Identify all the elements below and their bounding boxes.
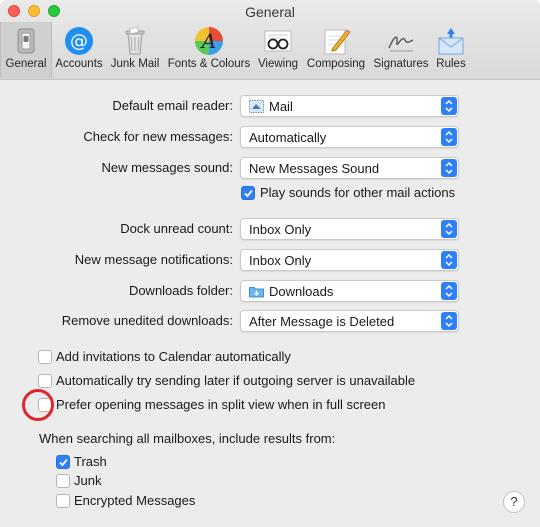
junk-label: Junk xyxy=(74,473,102,488)
glasses-icon xyxy=(264,30,292,52)
annotation-circle xyxy=(22,389,54,421)
tab-fonts-colours-label: Fonts & Colours xyxy=(167,58,251,70)
tab-composing[interactable]: Composing xyxy=(304,22,368,78)
help-button[interactable]: ? xyxy=(503,491,525,513)
window-title: General xyxy=(245,4,295,20)
notifications-popup[interactable]: Inbox Only xyxy=(240,249,459,271)
tab-general-label: General xyxy=(5,58,47,70)
add-invitations-label: Add invitations to Calendar automaticall… xyxy=(56,349,291,364)
checkmark-icon xyxy=(59,458,68,467)
dock-unread-popup[interactable]: Inbox Only xyxy=(240,218,459,240)
tab-accounts[interactable]: @ Accounts xyxy=(53,22,105,78)
send-later-checkbox[interactable] xyxy=(38,374,52,388)
dock-unread-label: Dock unread count: xyxy=(120,221,233,236)
new-messages-sound-value: New Messages Sound xyxy=(249,161,380,176)
popup-stepper-icon xyxy=(441,282,457,300)
trash-label: Trash xyxy=(74,454,107,469)
tab-viewing[interactable]: Viewing xyxy=(254,22,302,78)
default-email-reader-value: Mail xyxy=(269,99,293,114)
check-messages-value: Automatically xyxy=(249,130,327,145)
send-later-label: Automatically try sending later if outgo… xyxy=(56,373,416,388)
tab-fonts-colours[interactable]: A Fonts & Colours xyxy=(165,22,253,78)
tab-signatures-label: Signatures xyxy=(373,58,429,70)
notifications-label: New message notifications: xyxy=(74,252,233,267)
checkmark-icon xyxy=(244,189,253,198)
pencil-paper-icon xyxy=(324,29,351,55)
preferences-toolbar: General @ Accounts Junk Mail A Fonts & C… xyxy=(0,22,540,78)
remove-downloads-popup[interactable]: After Message is Deleted xyxy=(240,310,459,332)
tab-rules-label: Rules xyxy=(436,58,466,70)
tab-junk-mail-label: Junk Mail xyxy=(110,58,160,70)
popup-stepper-icon xyxy=(441,312,457,330)
preferences-window: General General @ Accounts Junk Mail A F… xyxy=(0,0,540,527)
trash-can-icon xyxy=(125,26,145,55)
remove-downloads-label: Remove unedited downloads: xyxy=(61,313,233,328)
default-email-reader-label: Default email reader: xyxy=(112,98,233,113)
svg-text:A: A xyxy=(200,29,216,53)
tab-signatures[interactable]: Signatures xyxy=(371,22,431,78)
tab-viewing-label: Viewing xyxy=(257,58,299,70)
tab-accounts-label: Accounts xyxy=(55,58,103,70)
popup-stepper-icon xyxy=(441,128,457,146)
check-messages-popup[interactable]: Automatically xyxy=(240,126,459,148)
search-heading: When searching all mailboxes, include re… xyxy=(39,431,336,446)
downloads-folder-value: Downloads xyxy=(269,284,334,299)
title-bar: General General @ Accounts Junk Mail A F… xyxy=(0,0,540,80)
notifications-value: Inbox Only xyxy=(249,253,312,268)
popup-stepper-icon xyxy=(441,251,457,269)
encrypted-messages-label: Encrypted Messages xyxy=(74,493,196,508)
new-messages-sound-label: New messages sound: xyxy=(101,160,233,175)
popup-stepper-icon xyxy=(441,159,457,177)
default-email-reader-popup[interactable]: Mail xyxy=(240,95,459,117)
at-sign-icon: @ xyxy=(65,27,93,55)
tab-general[interactable]: General xyxy=(0,22,52,78)
dock-unread-value: Inbox Only xyxy=(249,222,312,237)
downloads-folder-label: Downloads folder: xyxy=(128,283,233,298)
add-invitations-checkbox[interactable] xyxy=(38,350,52,364)
encrypted-messages-checkbox[interactable] xyxy=(56,494,70,508)
folder-icon xyxy=(249,287,264,298)
check-messages-label: Check for new messages: xyxy=(83,129,233,144)
new-messages-sound-popup[interactable]: New Messages Sound xyxy=(240,157,459,179)
popup-stepper-icon xyxy=(441,220,457,238)
general-switch-icon xyxy=(17,28,35,54)
play-sounds-checkbox[interactable] xyxy=(241,186,255,200)
signature-icon xyxy=(388,36,414,52)
tab-composing-label: Composing xyxy=(306,58,366,70)
junk-checkbox[interactable] xyxy=(56,474,70,488)
tab-junk-mail[interactable]: Junk Mail xyxy=(107,22,163,78)
tab-rules[interactable]: Rules xyxy=(432,22,470,78)
stamp-icon xyxy=(249,100,264,113)
downloads-folder-popup[interactable]: Downloads xyxy=(240,280,459,302)
envelope-rules-icon xyxy=(438,28,464,55)
popup-stepper-icon xyxy=(441,97,457,115)
split-view-label: Prefer opening messages in split view wh… xyxy=(56,397,386,412)
remove-downloads-value: After Message is Deleted xyxy=(249,314,395,329)
font-palette-icon: A xyxy=(195,27,223,55)
trash-checkbox[interactable] xyxy=(56,455,70,469)
svg-text:@: @ xyxy=(70,31,88,52)
play-sounds-label: Play sounds for other mail actions xyxy=(260,185,456,200)
